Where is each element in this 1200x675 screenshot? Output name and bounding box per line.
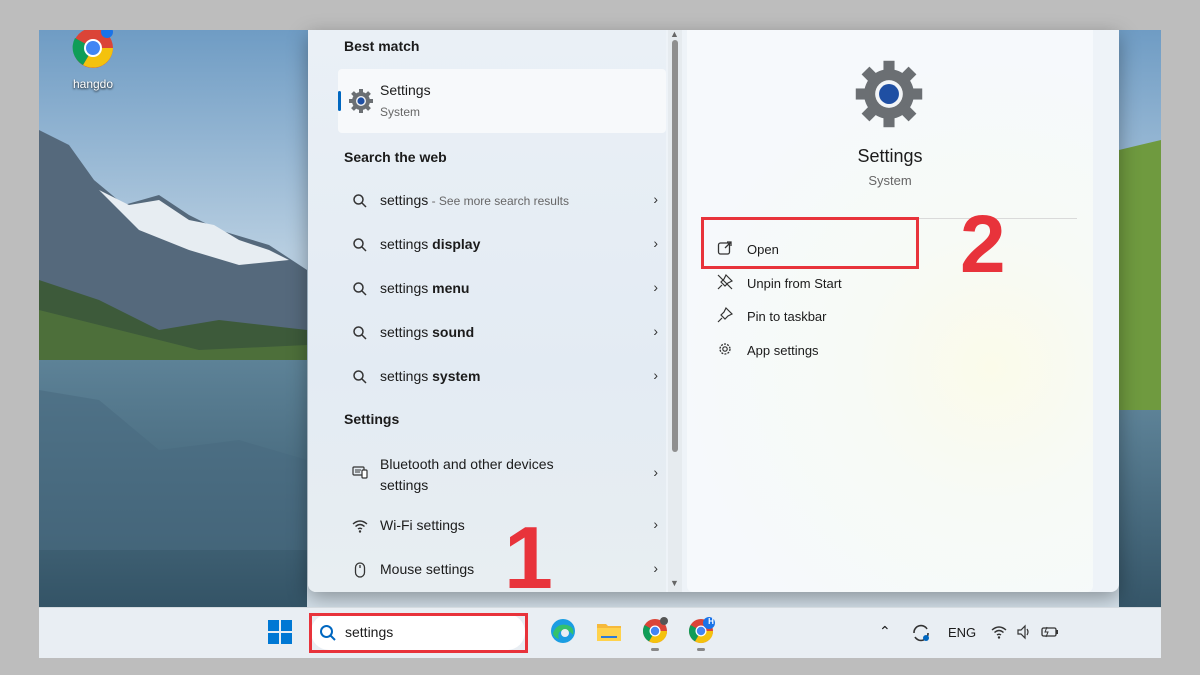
settings-result-line1: Bluetooth and other devices (380, 456, 554, 472)
chevron-right-icon: › (653, 464, 658, 480)
chevron-right-icon: › (653, 367, 658, 383)
chevron-up-icon[interactable]: ⌃ (879, 623, 891, 640)
gear-icon (719, 343, 731, 355)
app-settings-label: App settings (747, 343, 819, 358)
selection-accent (338, 91, 341, 111)
start-windows-icon[interactable] (267, 619, 293, 645)
desktop-shortcut-chrome[interactable]: hangdo (63, 30, 123, 91)
language-indicator[interactable]: ENG (948, 625, 976, 640)
mouse-icon (354, 562, 366, 578)
pin-label: Pin to taskbar (747, 309, 827, 324)
unpin-icon (717, 274, 733, 290)
search-icon (353, 282, 367, 296)
web-result-query: settings (380, 236, 433, 252)
web-result-item[interactable]: settings - See more search results › (338, 181, 666, 221)
search-icon (353, 370, 367, 384)
results-scrollbar[interactable]: ▲ ▼ (668, 30, 682, 592)
wifi-icon[interactable] (990, 624, 1008, 640)
chrome-icon (72, 30, 113, 68)
sync-icon[interactable] (910, 622, 932, 644)
best-match-settings[interactable]: Settings System (338, 69, 666, 133)
search-flyout: Best match Settings System Search the we… (308, 30, 1119, 592)
chevron-right-icon: › (653, 560, 658, 576)
chevron-right-icon: › (653, 279, 658, 295)
web-result-item[interactable]: settings menu › (338, 269, 666, 309)
annotation-box-open (701, 217, 919, 269)
annotation-box-search (309, 613, 528, 653)
app-title: Settings (857, 146, 923, 166)
search-results-pane: Best match Settings System Search the we… (308, 30, 666, 592)
running-indicator (651, 648, 659, 651)
settings-app-icon (855, 60, 923, 128)
web-result-item[interactable]: settings sound › (338, 313, 666, 353)
search-icon (353, 194, 367, 208)
settings-result-label: Mouse settings (380, 561, 475, 577)
annotation-step-2: 2 (960, 199, 1006, 290)
web-result-bold: sound (432, 324, 475, 340)
web-result-hint: - See more search results (428, 194, 569, 208)
bluetooth-devices-icon (352, 466, 368, 479)
web-result-query: settings (380, 324, 433, 340)
unpin-label: Unpin from Start (747, 276, 842, 291)
edge-icon[interactable] (549, 617, 577, 645)
battery-icon[interactable] (1040, 624, 1060, 640)
chevron-right-icon: › (653, 323, 658, 339)
web-result-bold: menu (432, 280, 470, 296)
scrollbar-thumb[interactable] (672, 40, 678, 452)
best-match-title: Settings (380, 82, 431, 98)
app-category: System (868, 173, 912, 188)
best-match-heading: Best match (344, 38, 420, 54)
web-result-item[interactable]: settings system › (338, 357, 666, 397)
settings-result-line2: settings (380, 477, 429, 493)
chevron-right-icon: › (653, 516, 658, 532)
running-indicator (697, 648, 705, 651)
scroll-down-icon[interactable]: ▼ (670, 578, 679, 588)
settings-result-bluetooth[interactable]: Bluetooth and other devices settings › (338, 448, 666, 498)
annotation-step-1: 1 (504, 508, 553, 607)
profile-badge: H (708, 617, 714, 626)
search-icon (353, 326, 367, 340)
file-explorer-icon[interactable] (595, 617, 623, 645)
scroll-up-icon[interactable]: ▲ (670, 30, 679, 39)
app-details-pane: Settings System Open Unpin from Start Pi… (687, 30, 1093, 592)
settings-result-wifi[interactable]: Wi-Fi settings › (338, 506, 666, 546)
web-result-item[interactable]: settings display › (338, 225, 666, 265)
settings-gear-icon (349, 89, 373, 113)
settings-result-label: Wi-Fi settings (380, 517, 465, 533)
best-match-subtitle: System (380, 105, 421, 119)
settings-heading: Settings (344, 411, 400, 427)
pin-icon (717, 307, 733, 323)
web-result-bold: system (432, 368, 481, 384)
settings-result-mouse[interactable]: Mouse settings › (338, 550, 666, 590)
web-result-query: settings (380, 368, 433, 384)
web-result-query: settings (380, 192, 429, 208)
volume-icon[interactable] (1015, 624, 1033, 640)
web-result-bold: display (432, 236, 481, 252)
chevron-right-icon: › (653, 235, 658, 251)
desktop-shortcut-label: hangdo (72, 77, 114, 91)
chrome-icon[interactable] (641, 617, 669, 645)
search-icon (353, 238, 367, 252)
web-result-query: settings (380, 280, 433, 296)
chevron-right-icon: › (653, 191, 658, 207)
wifi-icon (352, 520, 368, 533)
search-web-heading: Search the web (344, 149, 447, 165)
